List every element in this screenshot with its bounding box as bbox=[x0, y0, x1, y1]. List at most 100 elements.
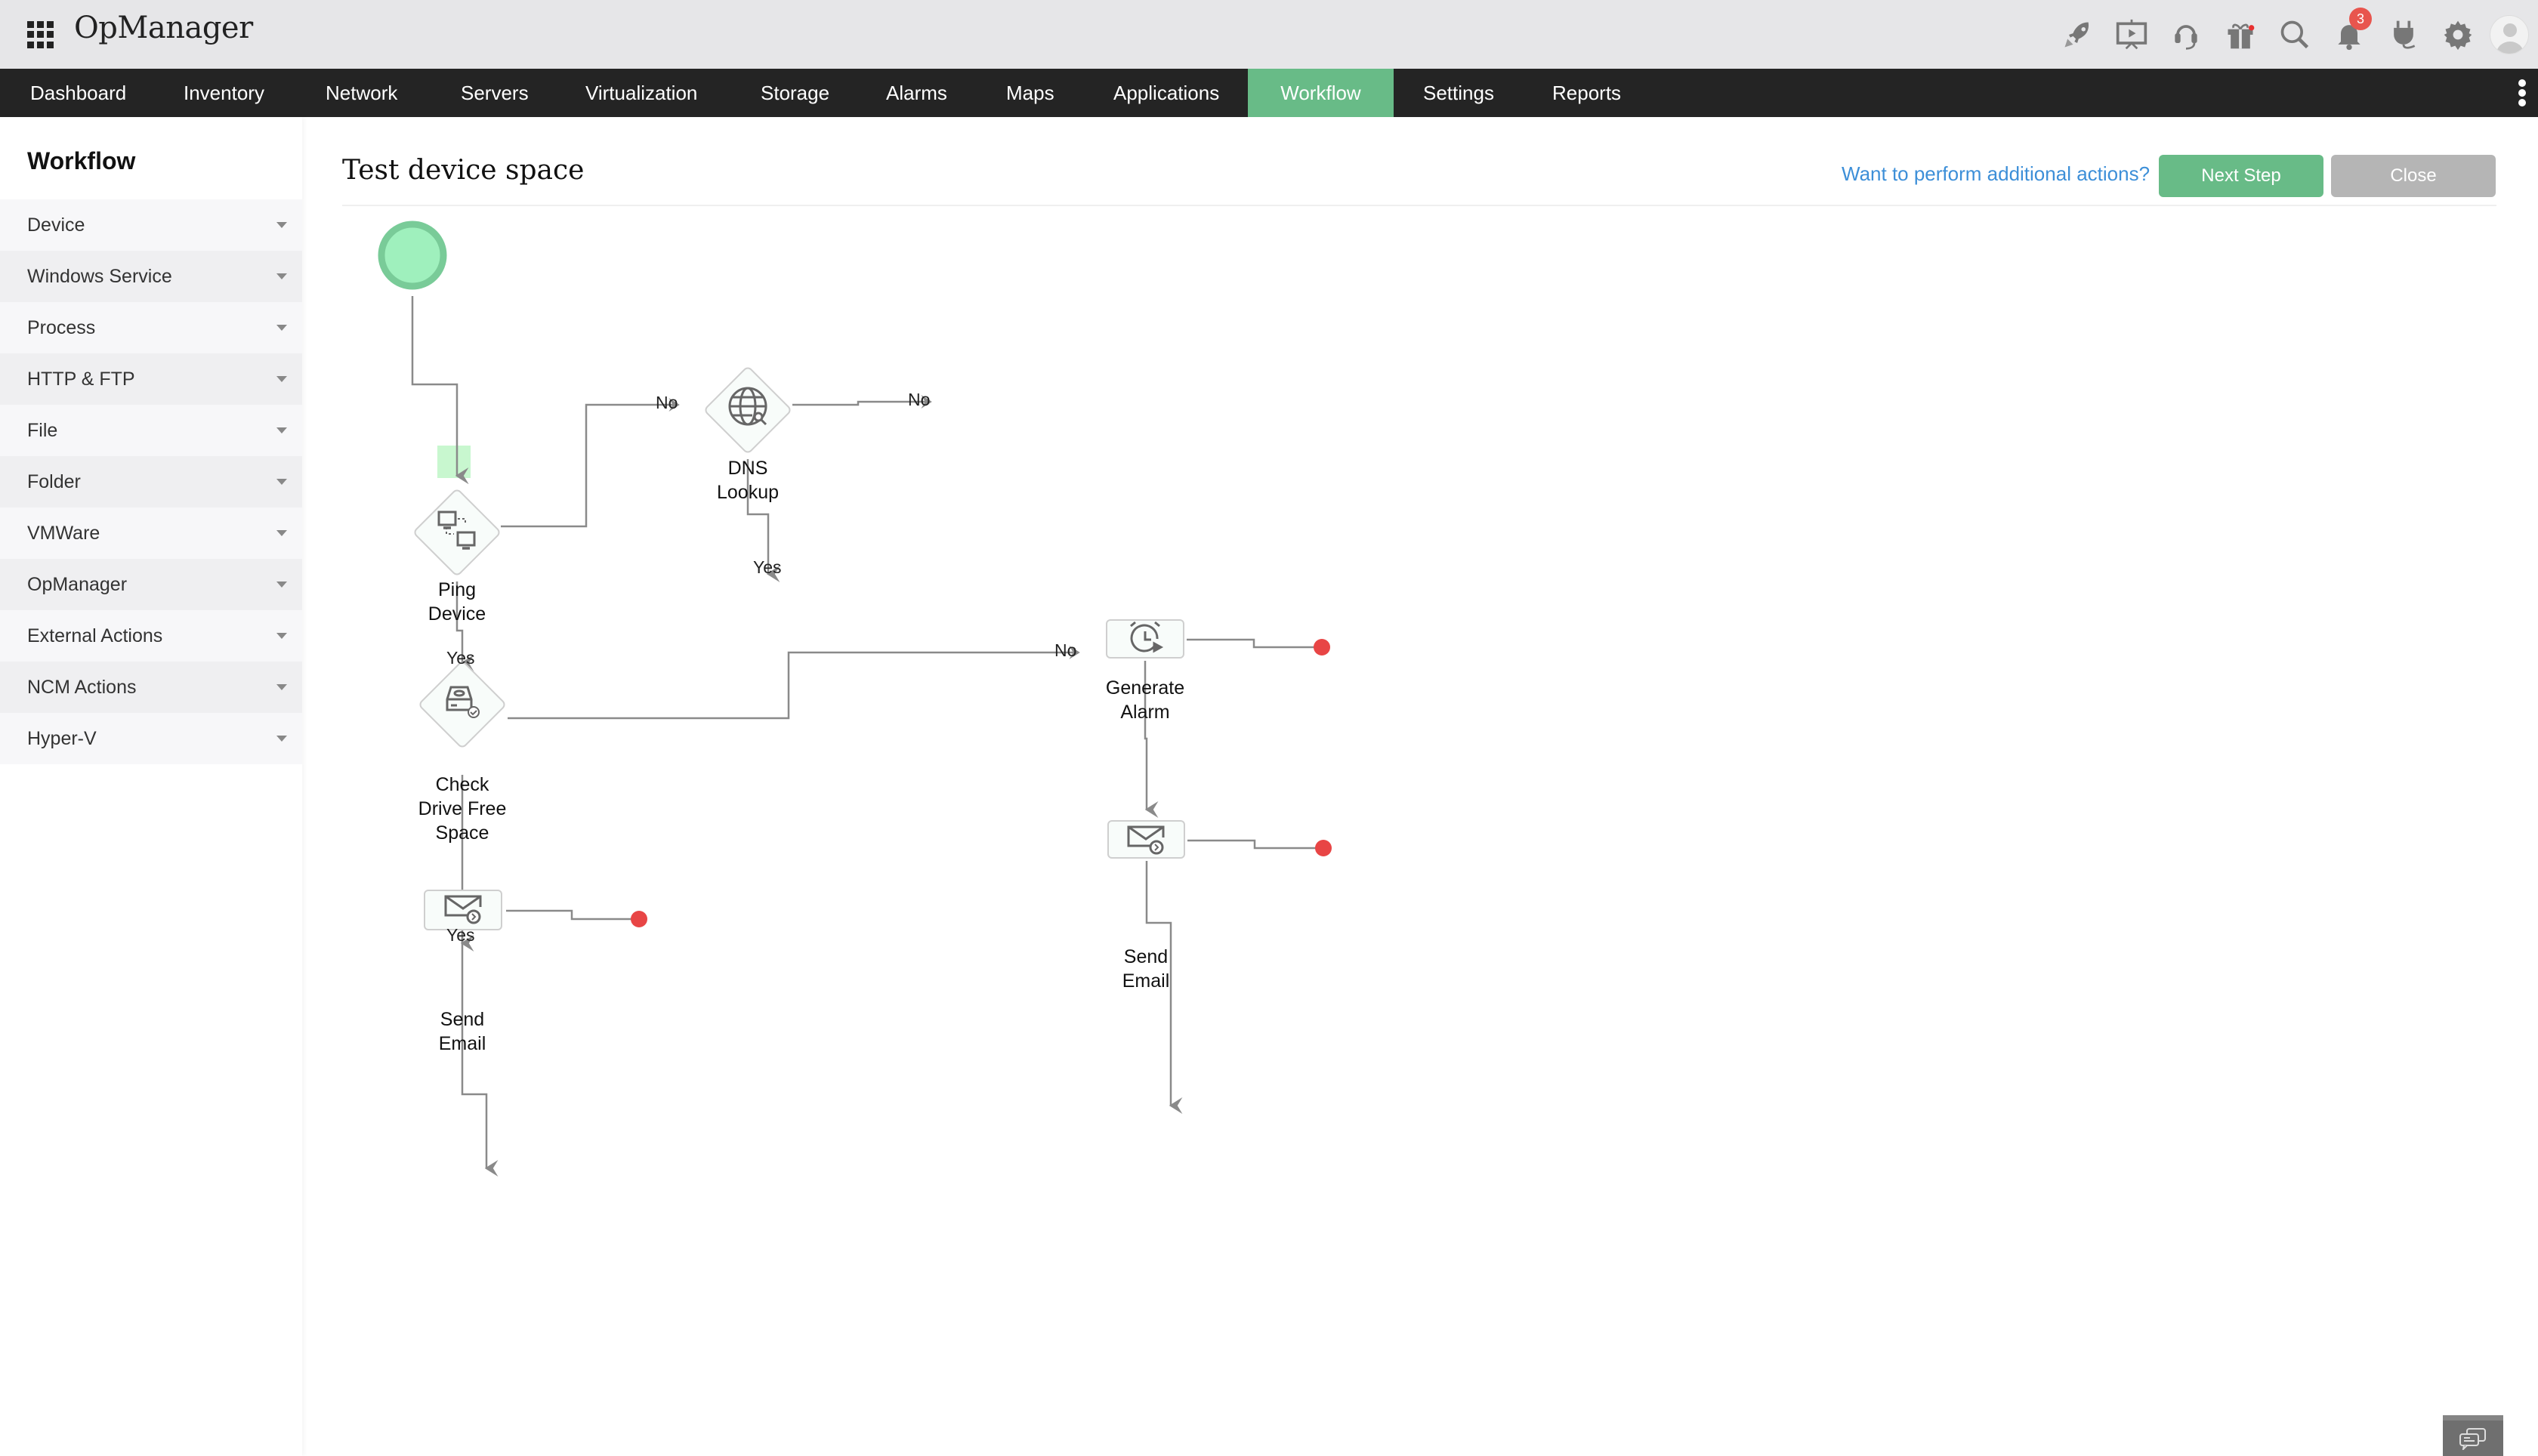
start-node[interactable] bbox=[378, 221, 447, 290]
caret-down-icon bbox=[276, 581, 287, 588]
sidebar-item-label: Hyper-V bbox=[27, 727, 97, 749]
sidebar-item-http-ftp[interactable]: HTTP & FTP bbox=[0, 353, 302, 405]
sidebar-item-external-actions[interactable]: External Actions bbox=[0, 610, 302, 662]
page-title: Test device space bbox=[342, 155, 585, 186]
caret-down-icon bbox=[276, 325, 287, 331]
caret-down-icon bbox=[276, 479, 287, 485]
label-line: Generate bbox=[1105, 677, 1185, 699]
close-button[interactable]: Close bbox=[2331, 155, 2496, 197]
connector-email2-end bbox=[1187, 839, 1316, 850]
node-ping-device[interactable] bbox=[413, 489, 501, 576]
gear-icon[interactable] bbox=[2431, 0, 2485, 69]
sidebar-list: Device Windows Service Process HTTP & FT… bbox=[0, 199, 302, 764]
presentation-icon[interactable] bbox=[2104, 0, 2159, 69]
sidebar-item-label: Folder bbox=[27, 470, 81, 492]
label-line: Send bbox=[440, 1009, 485, 1030]
sidebar-item-vmware[interactable]: VMWare bbox=[0, 507, 302, 559]
sidebar-title: Workflow bbox=[27, 147, 136, 174]
node-dns-lookup[interactable] bbox=[704, 366, 792, 454]
headset-icon[interactable] bbox=[2159, 0, 2213, 69]
workflow-canvas bbox=[378, 221, 1332, 1177]
nav-tab-dashboard[interactable]: Dashboard bbox=[0, 69, 156, 117]
node-send-email-1[interactable] bbox=[424, 890, 502, 930]
node-label-send-email-1: Send Email bbox=[387, 1007, 538, 1056]
label-line: DNS bbox=[727, 458, 768, 479]
bell-icon[interactable]: 3 bbox=[2322, 0, 2376, 69]
app-grid-icon[interactable] bbox=[27, 21, 54, 48]
nav-tab-storage[interactable]: Storage bbox=[730, 69, 860, 117]
caret-down-icon bbox=[276, 684, 287, 690]
additional-actions-link[interactable]: Want to perform additional actions? bbox=[1842, 162, 2150, 186]
label-line: Check bbox=[435, 774, 489, 795]
sidebar-item-opmanager[interactable]: OpManager bbox=[0, 559, 302, 610]
node-label-ping-device: Ping Device bbox=[381, 578, 533, 626]
nav-tab-alarms[interactable]: Alarms bbox=[856, 69, 977, 117]
label-line: Ping bbox=[437, 579, 477, 600]
sidebar-item-device[interactable]: Device bbox=[0, 199, 302, 251]
sidebar-item-ncm-actions[interactable]: NCM Actions bbox=[0, 662, 302, 713]
sidebar-item-label: Process bbox=[27, 316, 96, 338]
nav-tab-applications[interactable]: Applications bbox=[1083, 69, 1249, 117]
label-line: Drive Free bbox=[418, 798, 507, 819]
sidebar-item-label: NCM Actions bbox=[27, 676, 137, 698]
sidebar-item-hyper-v[interactable]: Hyper-V bbox=[0, 713, 302, 764]
sidebar-item-label: HTTP & FTP bbox=[27, 368, 135, 390]
nav-tab-reports[interactable]: Reports bbox=[1522, 69, 1651, 117]
nav-tab-virtualization[interactable]: Virtualization bbox=[555, 69, 727, 117]
end-node-email2[interactable] bbox=[1315, 840, 1332, 856]
label-line: Lookup bbox=[716, 482, 780, 503]
edge-label-dns-yes: Yes bbox=[753, 557, 782, 577]
sidebar: Workflow Device Windows Service Process … bbox=[0, 117, 302, 1456]
end-node-email1[interactable] bbox=[631, 911, 647, 927]
notification-badge: 3 bbox=[2349, 8, 2372, 30]
label-line: Alarm bbox=[1120, 702, 1170, 723]
label-line: Device bbox=[428, 603, 486, 625]
sidebar-item-file[interactable]: File bbox=[0, 405, 302, 456]
next-step-button[interactable]: Next Step bbox=[2159, 155, 2323, 197]
sidebar-item-label: OpManager bbox=[27, 573, 128, 595]
sidebar-item-windows-service[interactable]: Windows Service bbox=[0, 251, 302, 302]
connector-email1-end bbox=[506, 909, 631, 921]
active-drop-highlight bbox=[437, 446, 471, 478]
gift-icon[interactable] bbox=[2213, 0, 2268, 69]
connector-alarm-end bbox=[1187, 638, 1314, 649]
sidebar-item-folder[interactable]: Folder bbox=[0, 456, 302, 507]
node-label-generate-alarm: Generate Alarm bbox=[1070, 676, 1221, 724]
more-options-icon[interactable] bbox=[2518, 79, 2526, 106]
end-node-alarm[interactable] bbox=[1314, 639, 1330, 656]
sidebar-item-label: VMWare bbox=[27, 522, 100, 544]
label-line: Space bbox=[435, 822, 489, 844]
edge-label-ping-no: No bbox=[656, 393, 678, 412]
main-nav: Dashboard Inventory Network Servers Virt… bbox=[0, 69, 2538, 117]
edge-label-drive-no: No bbox=[1054, 640, 1077, 660]
node-generate-alarm[interactable] bbox=[1106, 619, 1184, 659]
nav-tab-inventory[interactable]: Inventory bbox=[153, 69, 295, 117]
sidebar-item-label: File bbox=[27, 419, 58, 441]
label-line: Send bbox=[1123, 946, 1169, 967]
rocket-icon[interactable] bbox=[2050, 0, 2104, 69]
edge-label-dns-no: No bbox=[908, 390, 931, 409]
node-label-dns-lookup: DNS Lookup bbox=[672, 456, 823, 504]
plug-icon[interactable] bbox=[2376, 0, 2431, 69]
nav-tab-workflow[interactable]: Workflow bbox=[1248, 69, 1394, 117]
sidebar-item-label: Device bbox=[27, 214, 85, 236]
avatar[interactable] bbox=[2490, 14, 2529, 54]
caret-down-icon bbox=[276, 273, 287, 279]
nav-tab-servers[interactable]: Servers bbox=[431, 69, 559, 117]
search-icon[interactable] bbox=[2268, 0, 2322, 69]
chat-button[interactable] bbox=[2443, 1415, 2503, 1456]
sidebar-item-process[interactable]: Process bbox=[0, 302, 302, 353]
nav-tab-settings[interactable]: Settings bbox=[1393, 69, 1524, 117]
nav-tab-network[interactable]: Network bbox=[295, 69, 428, 117]
chat-bubbles-icon bbox=[2459, 1427, 2486, 1450]
node-send-email-2[interactable] bbox=[1107, 820, 1185, 859]
caret-down-icon bbox=[276, 222, 287, 228]
top-header: OpManager 3 bbox=[0, 0, 2538, 69]
app-title: OpManager bbox=[74, 11, 253, 45]
label-line: Email bbox=[1122, 970, 1170, 992]
edge-label-drive-yes: Yes bbox=[446, 925, 475, 945]
node-label-check-drive: Check Drive Free Space bbox=[387, 773, 538, 845]
caret-down-icon bbox=[276, 427, 287, 433]
node-check-drive-free-space[interactable] bbox=[418, 661, 506, 748]
nav-tab-maps[interactable]: Maps bbox=[976, 69, 1085, 117]
